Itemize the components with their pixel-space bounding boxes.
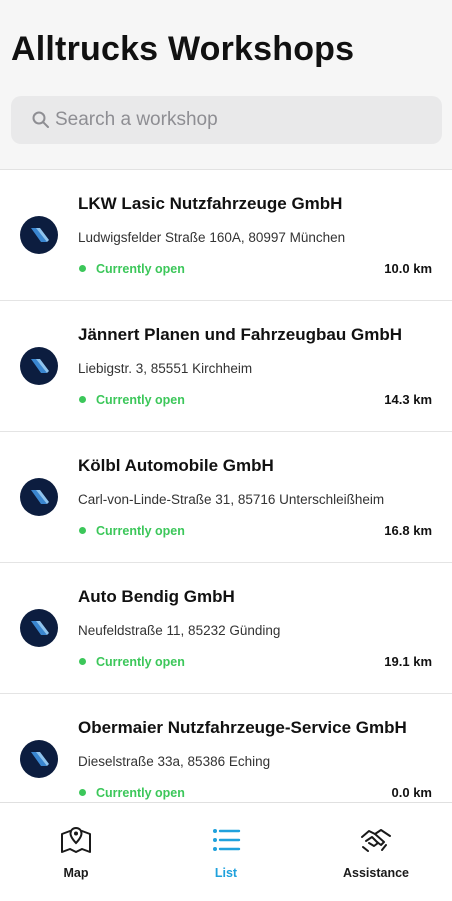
workshop-address: Neufeldstraße 11, 85232 Günding (78, 623, 281, 638)
workshop-row[interactable]: Jännert Planen und Fahrzeugbau GmbH Lieb… (0, 301, 452, 432)
list-icon (213, 829, 241, 851)
tab-label: Assistance (342, 866, 409, 880)
workshop-name: Jännert Planen und Fahrzeugbau GmbH (78, 325, 402, 344)
search-bar[interactable] (11, 96, 442, 144)
workshop-row[interactable]: Auto Bendig GmbH Neufeldstraße 11, 85232… (0, 563, 452, 694)
status-text: Currently open (96, 655, 185, 669)
workshop-logo-icon (20, 478, 58, 516)
workshop-name: Obermaier Nutzfahrzeuge-Service GmbH (78, 718, 407, 737)
workshop-logo-icon (20, 740, 58, 778)
distance: 16.8 km (384, 523, 432, 538)
distance: 19.1 km (384, 654, 432, 669)
workshop-row[interactable]: Obermaier Nutzfahrzeuge-Service GmbH Die… (0, 694, 452, 802)
tab-label: Map (63, 866, 89, 880)
distance: 14.3 km (384, 392, 432, 407)
workshop-list[interactable]: LKW Lasic Nutzfahrzeuge GmbH Ludwigsfeld… (0, 170, 452, 802)
status-text: Currently open (96, 524, 185, 538)
workshop-address: Liebigstr. 3, 85551 Kirchheim (78, 361, 253, 376)
status-dot-icon (79, 396, 86, 403)
workshop-address: Ludwigsfelder Straße 160A, 80997 München (78, 230, 346, 245)
workshop-address: Carl-von-Linde-Straße 31, 85716 Untersch… (78, 492, 385, 507)
status-dot-icon (79, 265, 86, 272)
tab-assistance[interactable]: Assistance (301, 803, 451, 901)
tab-list[interactable]: List (151, 803, 301, 901)
search-input[interactable] (55, 96, 435, 144)
status-dot-icon (79, 527, 86, 534)
workshop-logo-icon (20, 609, 58, 647)
map-icon (61, 826, 91, 853)
workshop-name: Auto Bendig GmbH (78, 587, 235, 606)
status-text: Currently open (96, 393, 185, 407)
workshop-name: Kölbl Automobile GmbH (78, 456, 274, 475)
workshop-row[interactable]: Kölbl Automobile GmbH Carl-von-Linde-Str… (0, 432, 452, 563)
status-dot-icon (79, 658, 86, 665)
workshop-address: Dieselstraße 33a, 85386 Eching (78, 754, 271, 769)
header: Alltrucks Workshops (0, 0, 452, 170)
tab-map[interactable]: Map (1, 803, 151, 901)
status-dot-icon (79, 789, 86, 796)
page-title: Alltrucks Workshops (11, 30, 355, 68)
workshop-logo-icon (20, 216, 58, 254)
status-text: Currently open (96, 786, 185, 800)
status-text: Currently open (96, 262, 185, 276)
distance: 10.0 km (384, 261, 432, 276)
distance: 0.0 km (391, 785, 432, 800)
bottom-tab-bar: Map List Assistance (0, 802, 452, 900)
workshop-logo-icon (20, 347, 58, 385)
workshop-row[interactable]: LKW Lasic Nutzfahrzeuge GmbH Ludwigsfeld… (0, 170, 452, 301)
search-icon (32, 111, 49, 128)
handshake-icon (361, 829, 391, 852)
workshop-name: LKW Lasic Nutzfahrzeuge GmbH (78, 194, 343, 213)
tab-label: List (214, 866, 238, 880)
